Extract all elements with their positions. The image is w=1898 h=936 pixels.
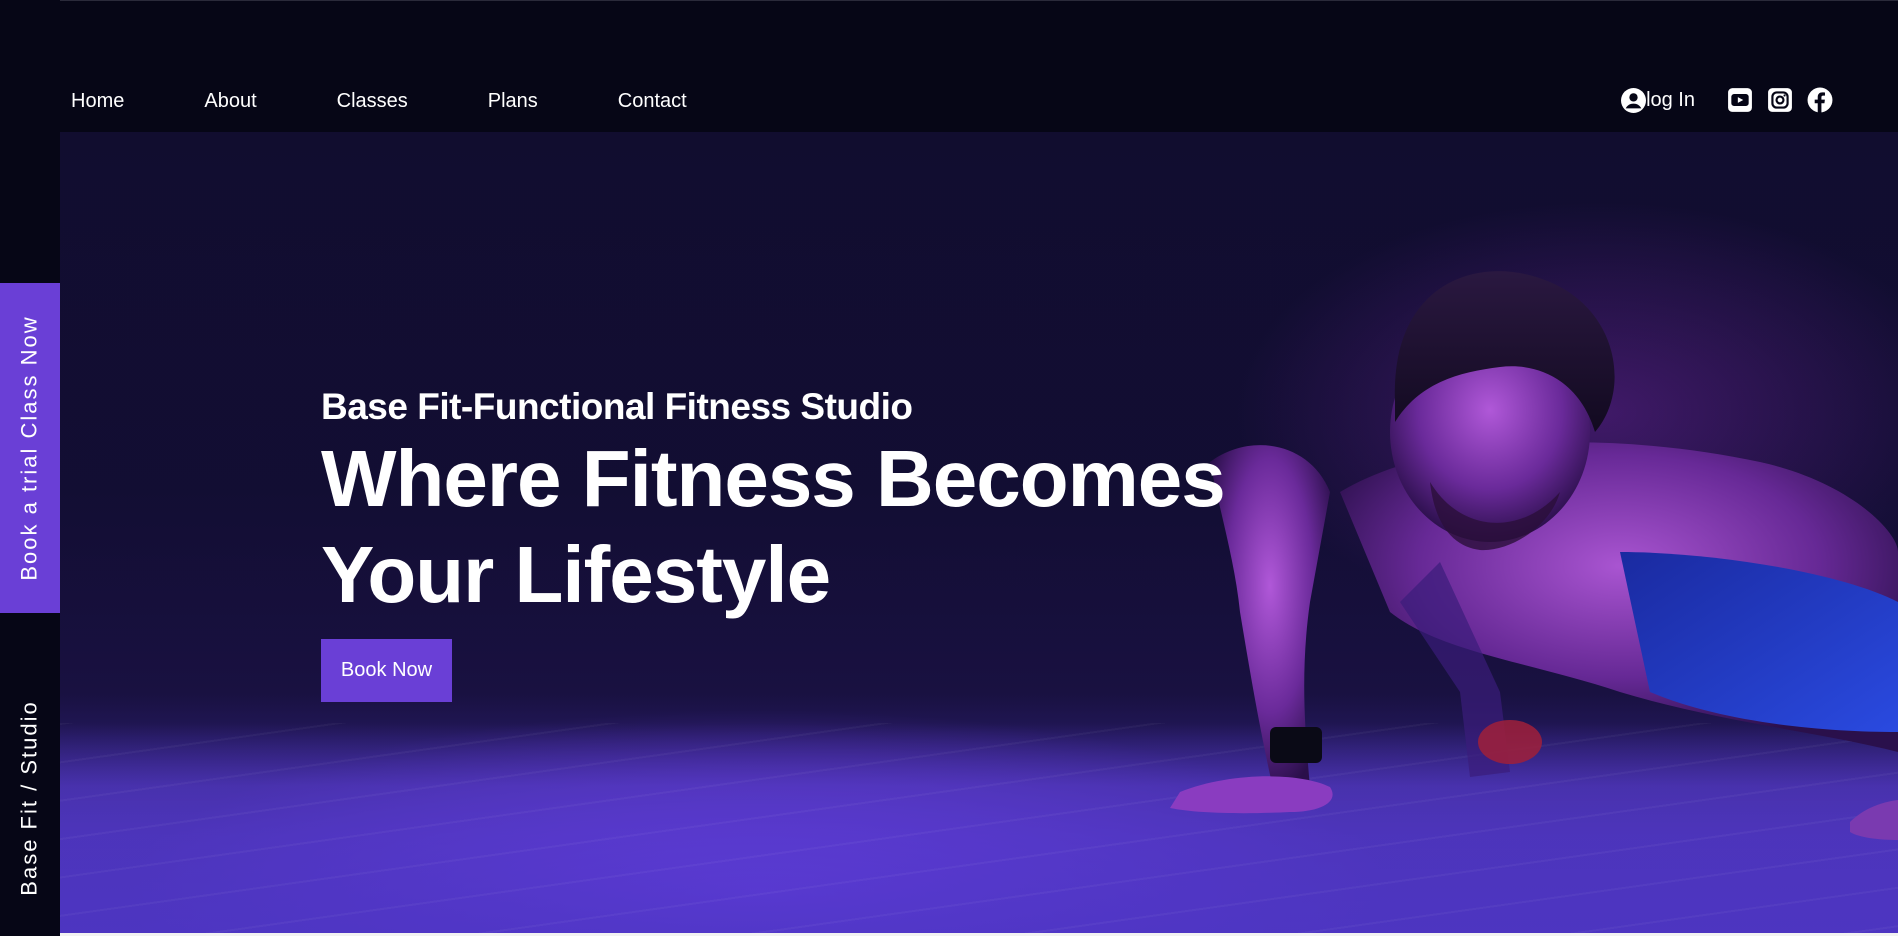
nav-plans-link[interactable]: Plans	[488, 89, 538, 113]
trial-tab-label: Book a trial Class Now	[17, 315, 42, 581]
studio-side-label: Base Fit / Studio	[0, 660, 60, 936]
top-navigation-bar: Home About Classes Plans Contact log In	[0, 0, 1898, 132]
user-icon	[1621, 87, 1647, 113]
hero-headline-line-1: Where Fitness Becomes	[321, 434, 1226, 523]
login-label: log In	[1646, 88, 1695, 111]
hero-headline-line-2: Your Lifestyle	[321, 530, 831, 619]
hero-subtitle: Base Fit-Functional Fitness Studio	[321, 386, 913, 427]
book-trial-class-tab[interactable]: Book a trial Class Now	[0, 283, 60, 613]
nav-classes-link[interactable]: Classes	[337, 89, 408, 113]
instagram-icon[interactable]	[1767, 87, 1793, 113]
hero-text-block: Base Fit-Functional Fitness Studio Where…	[321, 385, 1226, 623]
nav-contact-link[interactable]: Contact	[618, 89, 687, 113]
page: Home About Classes Plans Contact log In	[0, 0, 1898, 936]
studio-label: Base Fit / Studio	[17, 700, 43, 896]
youtube-icon[interactable]	[1727, 87, 1753, 113]
nav-about-link[interactable]: About	[204, 89, 256, 113]
header-tools: log In	[1621, 87, 1833, 113]
main-nav: Home About Classes Plans Contact	[71, 89, 687, 113]
facebook-icon[interactable]	[1807, 87, 1833, 113]
login-button[interactable]: log In	[1621, 87, 1695, 113]
nav-home-link[interactable]: Home	[71, 89, 124, 113]
book-now-button[interactable]: Book Now	[321, 639, 452, 702]
